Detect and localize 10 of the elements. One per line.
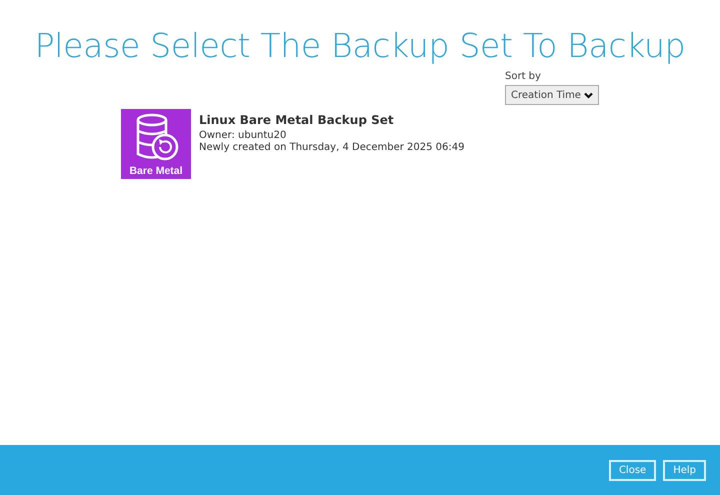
- created-text: Newly created on Thursday, 4 December 2025 06:49: [199, 142, 464, 153]
- help-button[interactable]: Help: [663, 460, 706, 480]
- page-title: Please Select The Backup Set To Backup: [34, 26, 686, 65]
- owner-text: Owner: ubuntu20: [199, 130, 288, 141]
- sort-label: Sort by: [505, 71, 542, 82]
- backup-set-icon[interactable]: Bare Metal: [121, 109, 191, 179]
- sort-dropdown[interactable]: Creation Time: [505, 85, 599, 105]
- close-button[interactable]: Close: [608, 460, 656, 480]
- backup-set-name: Linux Bare Metal Backup Set: [199, 113, 395, 127]
- chevron-down-icon: [584, 92, 593, 98]
